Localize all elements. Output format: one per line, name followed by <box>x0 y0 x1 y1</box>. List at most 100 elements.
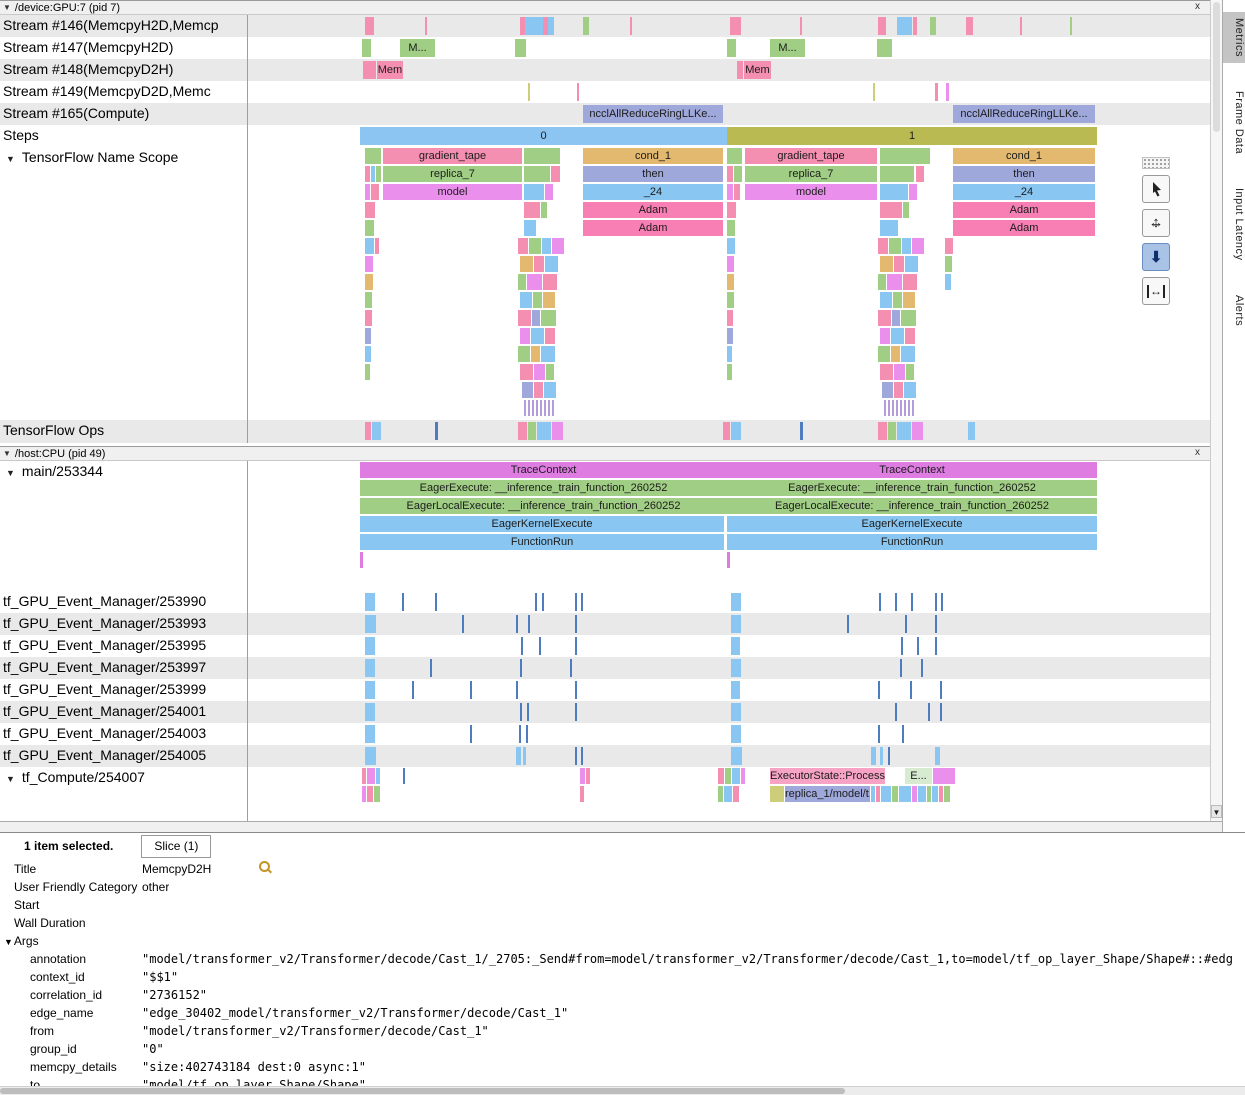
trace-event[interactable] <box>889 238 901 254</box>
trace-event[interactable] <box>527 274 542 290</box>
trace-event[interactable] <box>545 184 553 200</box>
trace-event[interactable]: _24 <box>583 184 723 200</box>
trace-event[interactable] <box>516 681 518 699</box>
trace-event[interactable] <box>882 382 893 398</box>
trace-event[interactable] <box>523 747 526 765</box>
trace-event[interactable]: EagerKernelExecute <box>727 516 1097 532</box>
trace-event[interactable]: replica_7 <box>745 166 877 182</box>
trace-event[interactable] <box>552 422 563 440</box>
trace-event[interactable] <box>360 552 363 568</box>
trace-event[interactable] <box>737 61 743 79</box>
trace-event[interactable] <box>878 274 886 290</box>
trace-event[interactable] <box>902 725 904 743</box>
trace-event[interactable] <box>910 681 912 699</box>
palette-grip[interactable] <box>1142 157 1170 169</box>
trace-event[interactable] <box>878 346 890 362</box>
trace-event[interactable]: Mem <box>377 61 403 79</box>
trace-event[interactable] <box>904 382 916 398</box>
trace-event[interactable] <box>412 681 414 699</box>
collapse-arrow-icon[interactable]: ▼ <box>3 3 11 12</box>
track-events-area[interactable] <box>248 420 1210 443</box>
trace-event[interactable] <box>917 637 919 655</box>
trace-event[interactable] <box>362 39 371 57</box>
trace-event[interactable] <box>365 238 374 254</box>
trace-event[interactable] <box>927 786 931 802</box>
trace-event[interactable] <box>940 681 942 699</box>
trace-event[interactable] <box>528 615 530 633</box>
trace-event[interactable] <box>895 593 897 611</box>
trace-event[interactable] <box>945 274 951 290</box>
trace-event[interactable] <box>583 17 589 35</box>
trace-event[interactable] <box>734 184 740 200</box>
trace-event[interactable] <box>901 310 916 326</box>
trace-event[interactable] <box>518 310 531 326</box>
trace-event[interactable] <box>878 238 888 254</box>
trace-event[interactable] <box>880 184 908 200</box>
trace-event[interactable] <box>580 786 584 802</box>
side-tab-alerts[interactable]: Alerts <box>1223 289 1245 332</box>
trace-event[interactable] <box>912 238 924 254</box>
trace-event[interactable] <box>921 659 923 677</box>
trace-event[interactable]: FunctionRun <box>727 534 1097 550</box>
trace-event[interactable] <box>903 202 909 218</box>
collapse-arrow-icon[interactable]: ▼ <box>6 774 15 784</box>
trace-event[interactable] <box>524 220 536 236</box>
trace-event[interactable] <box>727 256 734 272</box>
trace-event[interactable] <box>526 725 528 743</box>
trace-event[interactable] <box>727 184 733 200</box>
timing-tool-button[interactable]: ↔ <box>1142 277 1170 305</box>
trace-event[interactable] <box>524 184 544 200</box>
trace-event[interactable] <box>911 593 913 611</box>
track-events-area[interactable]: 01 <box>248 125 1210 147</box>
trace-event[interactable] <box>727 166 733 182</box>
panel-header-cpu[interactable]: ▼/host:CPU (pid 49)x <box>0 446 1210 461</box>
trace-event[interactable] <box>534 256 544 272</box>
trace-event[interactable] <box>903 292 915 308</box>
trace-event[interactable]: Adam <box>583 220 723 236</box>
trace-event[interactable] <box>727 346 732 362</box>
trace-event[interactable] <box>575 593 577 611</box>
trace-event[interactable]: 1 <box>727 127 1097 145</box>
trace-event[interactable] <box>880 256 893 272</box>
trace-event[interactable] <box>724 786 732 802</box>
trace-event[interactable] <box>365 17 374 35</box>
trace-event[interactable] <box>518 422 527 440</box>
trace-event[interactable] <box>944 786 950 802</box>
trace-event[interactable] <box>727 39 736 57</box>
trace-event[interactable] <box>880 202 902 218</box>
trace-event[interactable] <box>902 238 911 254</box>
trace-event[interactable] <box>733 786 739 802</box>
trace-event[interactable] <box>941 593 943 611</box>
trace-event[interactable]: then <box>953 166 1095 182</box>
trace-event[interactable]: TraceContext <box>360 462 727 478</box>
trace-event[interactable] <box>470 681 472 699</box>
trace-event[interactable] <box>894 382 903 398</box>
trace-event[interactable] <box>365 256 373 272</box>
selection-tool-button[interactable] <box>1142 175 1170 203</box>
side-tab-metrics[interactable]: Metrics <box>1223 12 1245 63</box>
trace-event[interactable] <box>935 615 937 633</box>
trace-event[interactable] <box>541 346 555 362</box>
trace-event[interactable] <box>371 166 375 182</box>
trace-event[interactable] <box>731 747 742 765</box>
track-events-area[interactable] <box>248 15 1210 37</box>
track-events-area[interactable] <box>248 745 1210 767</box>
trace-event[interactable] <box>515 39 526 57</box>
trace-event[interactable] <box>516 615 518 633</box>
trace-event[interactable] <box>727 238 735 254</box>
trace-event[interactable] <box>586 768 590 784</box>
trace-event[interactable] <box>462 615 464 633</box>
trace-event[interactable] <box>430 659 432 677</box>
vertical-zoom-tool-button[interactable]: ⬇ <box>1142 243 1170 271</box>
track-events-area[interactable] <box>248 81 1210 103</box>
trace-event[interactable] <box>894 256 904 272</box>
trace-event[interactable] <box>535 593 537 611</box>
trace-event[interactable] <box>580 768 585 784</box>
trace-event[interactable] <box>365 166 370 182</box>
trace-event[interactable] <box>901 637 903 655</box>
timeline-vertical-scrollbar[interactable]: ▼ <box>1210 0 1222 832</box>
trace-event[interactable] <box>731 703 741 721</box>
trace-timeline[interactable]: ▼/device:GPU:7 (pid 7)xStream #146(Memcp… <box>0 0 1210 821</box>
track-events-area[interactable] <box>248 723 1210 745</box>
trace-event[interactable]: replica_1/model/t... <box>785 786 870 802</box>
